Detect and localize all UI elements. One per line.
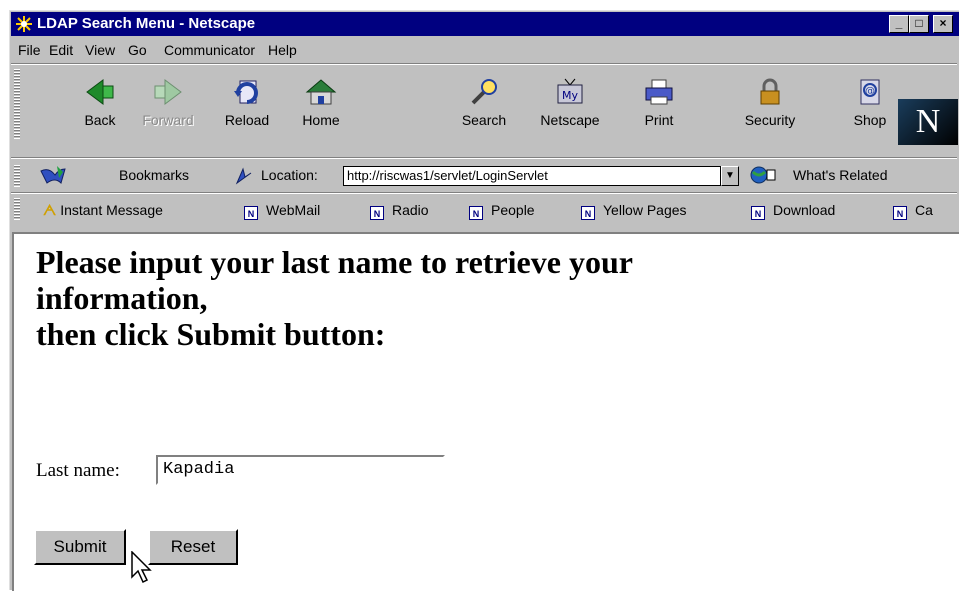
- menu-help[interactable]: Help: [268, 42, 297, 58]
- shop-icon: @: [860, 79, 880, 105]
- page-heading: Please input your last name to retrieve …: [36, 244, 936, 352]
- printer-icon: [645, 79, 673, 105]
- toolbar-grip[interactable]: [14, 165, 20, 187]
- menu-bar: File Edit View Go Communicator Help: [12, 39, 958, 61]
- webmail-label: WebMail: [266, 202, 321, 218]
- back-label: Back: [84, 112, 116, 128]
- download-label: Download: [773, 202, 836, 218]
- mouse-pointer-icon: [131, 551, 152, 584]
- reset-button[interactable]: Reset: [148, 529, 238, 565]
- bookmarks-icon: [40, 166, 66, 184]
- home-icon: [305, 79, 337, 105]
- yellow-pages-link[interactable]: N Yellow Pages: [581, 202, 687, 220]
- netscape-page-icon: N: [370, 206, 384, 220]
- radio-link[interactable]: N Radio: [370, 202, 429, 220]
- divider: [11, 63, 957, 65]
- home-button[interactable]: Home: [289, 73, 353, 137]
- heading-line-1: Please input your last name to retrieve …: [36, 244, 633, 280]
- netscape-page-icon: N: [244, 206, 258, 220]
- close-icon: ×: [939, 16, 947, 30]
- shop-button[interactable]: @ Shop: [840, 73, 900, 137]
- close-button[interactable]: ×: [933, 15, 953, 33]
- home-label: Home: [302, 112, 340, 128]
- reload-label: Reload: [224, 112, 270, 128]
- my-netscape-icon: My: [557, 78, 583, 104]
- menu-go[interactable]: Go: [128, 42, 147, 58]
- forward-button[interactable]: Forward: [136, 73, 200, 137]
- menu-file[interactable]: File: [18, 42, 41, 58]
- page-content: Please input your last name to retrieve …: [12, 232, 959, 591]
- netscape-page-icon: N: [751, 206, 765, 220]
- maximize-button[interactable]: □: [909, 15, 929, 33]
- channels-label: Ca: [915, 202, 933, 218]
- last-name-label: Last name:: [36, 460, 120, 481]
- reload-button[interactable]: Reload: [215, 73, 279, 137]
- menu-edit[interactable]: Edit: [49, 42, 73, 58]
- security-button[interactable]: Security: [738, 73, 802, 137]
- toolbar-grip[interactable]: [14, 69, 20, 139]
- heading-line-3: then click Submit button:: [36, 316, 386, 352]
- my-netscape-button[interactable]: My Netscape: [538, 73, 602, 137]
- netscape-logo[interactable]: N: [898, 99, 958, 145]
- radio-label: Radio: [392, 202, 429, 218]
- netscape-page-icon: N: [893, 206, 907, 220]
- lock-icon: [760, 78, 780, 105]
- title-bar[interactable]: LDAP Search Menu - Netscape _ □ ×: [11, 12, 959, 36]
- people-label: People: [491, 202, 535, 218]
- my-netscape-label: Netscape: [540, 112, 600, 128]
- menu-view[interactable]: View: [85, 42, 115, 58]
- search-button[interactable]: Search: [452, 73, 516, 137]
- search-icon: [471, 79, 497, 105]
- whats-related-icon[interactable]: [747, 164, 783, 189]
- svg-text:My: My: [562, 89, 578, 102]
- netscape-app-icon: [15, 15, 33, 33]
- security-label: Security: [744, 112, 796, 128]
- forward-label: Forward: [142, 112, 194, 128]
- forward-arrow-icon: [154, 79, 182, 105]
- back-button[interactable]: Back: [68, 73, 132, 137]
- window-title: LDAP Search Menu - Netscape: [37, 15, 256, 32]
- bookmarks-label[interactable]: Bookmarks: [119, 167, 189, 183]
- browser-window: LDAP Search Menu - Netscape _ □ × File E…: [9, 10, 959, 591]
- last-name-input[interactable]: Kapadia: [156, 455, 445, 485]
- url-dropdown-button[interactable]: ▼: [721, 166, 739, 186]
- yellow-pages-label: Yellow Pages: [603, 202, 687, 218]
- netscape-page-icon: N: [581, 206, 595, 220]
- chevron-down-icon: ▼: [725, 170, 735, 181]
- toolbar-grip[interactable]: [14, 198, 20, 220]
- people-link[interactable]: N People: [469, 202, 535, 220]
- minimize-icon: _: [895, 16, 903, 30]
- webmail-link[interactable]: N WebMail: [244, 202, 320, 220]
- download-link[interactable]: N Download: [751, 202, 835, 220]
- netscape-page-icon: N: [469, 206, 483, 220]
- maximize-icon: □: [915, 16, 923, 30]
- personal-toolbar: ᗅ Instant Message N WebMail N Radio N People…: [11, 196, 957, 224]
- instant-message-icon: ᗅ: [43, 202, 57, 218]
- shop-label: Shop: [853, 112, 887, 128]
- menu-communicator[interactable]: Communicator: [164, 42, 255, 58]
- channels-link[interactable]: N Ca: [893, 202, 933, 220]
- location-toolbar: Bookmarks Location: http://riscwas1/serv…: [11, 163, 957, 191]
- minimize-button[interactable]: _: [889, 15, 909, 33]
- instant-message-link[interactable]: ᗅ Instant Message: [43, 202, 163, 219]
- divider: [11, 157, 957, 159]
- location-icon: [233, 165, 253, 188]
- reload-icon: [234, 80, 258, 104]
- divider: [11, 192, 957, 194]
- print-button[interactable]: Print: [627, 73, 691, 137]
- instant-message-label: Instant Message: [60, 202, 163, 218]
- whats-related-label[interactable]: What's Related: [793, 167, 888, 183]
- search-label: Search: [461, 112, 507, 128]
- svg-text:@: @: [865, 86, 875, 97]
- heading-line-2: information,: [36, 280, 208, 316]
- print-label: Print: [644, 112, 674, 128]
- url-input[interactable]: http://riscwas1/servlet/LoginServlet: [343, 166, 721, 186]
- location-label: Location:: [261, 167, 318, 183]
- bookmarks-button[interactable]: [39, 163, 73, 185]
- back-arrow-icon: [86, 79, 114, 105]
- submit-button[interactable]: Submit: [34, 529, 126, 565]
